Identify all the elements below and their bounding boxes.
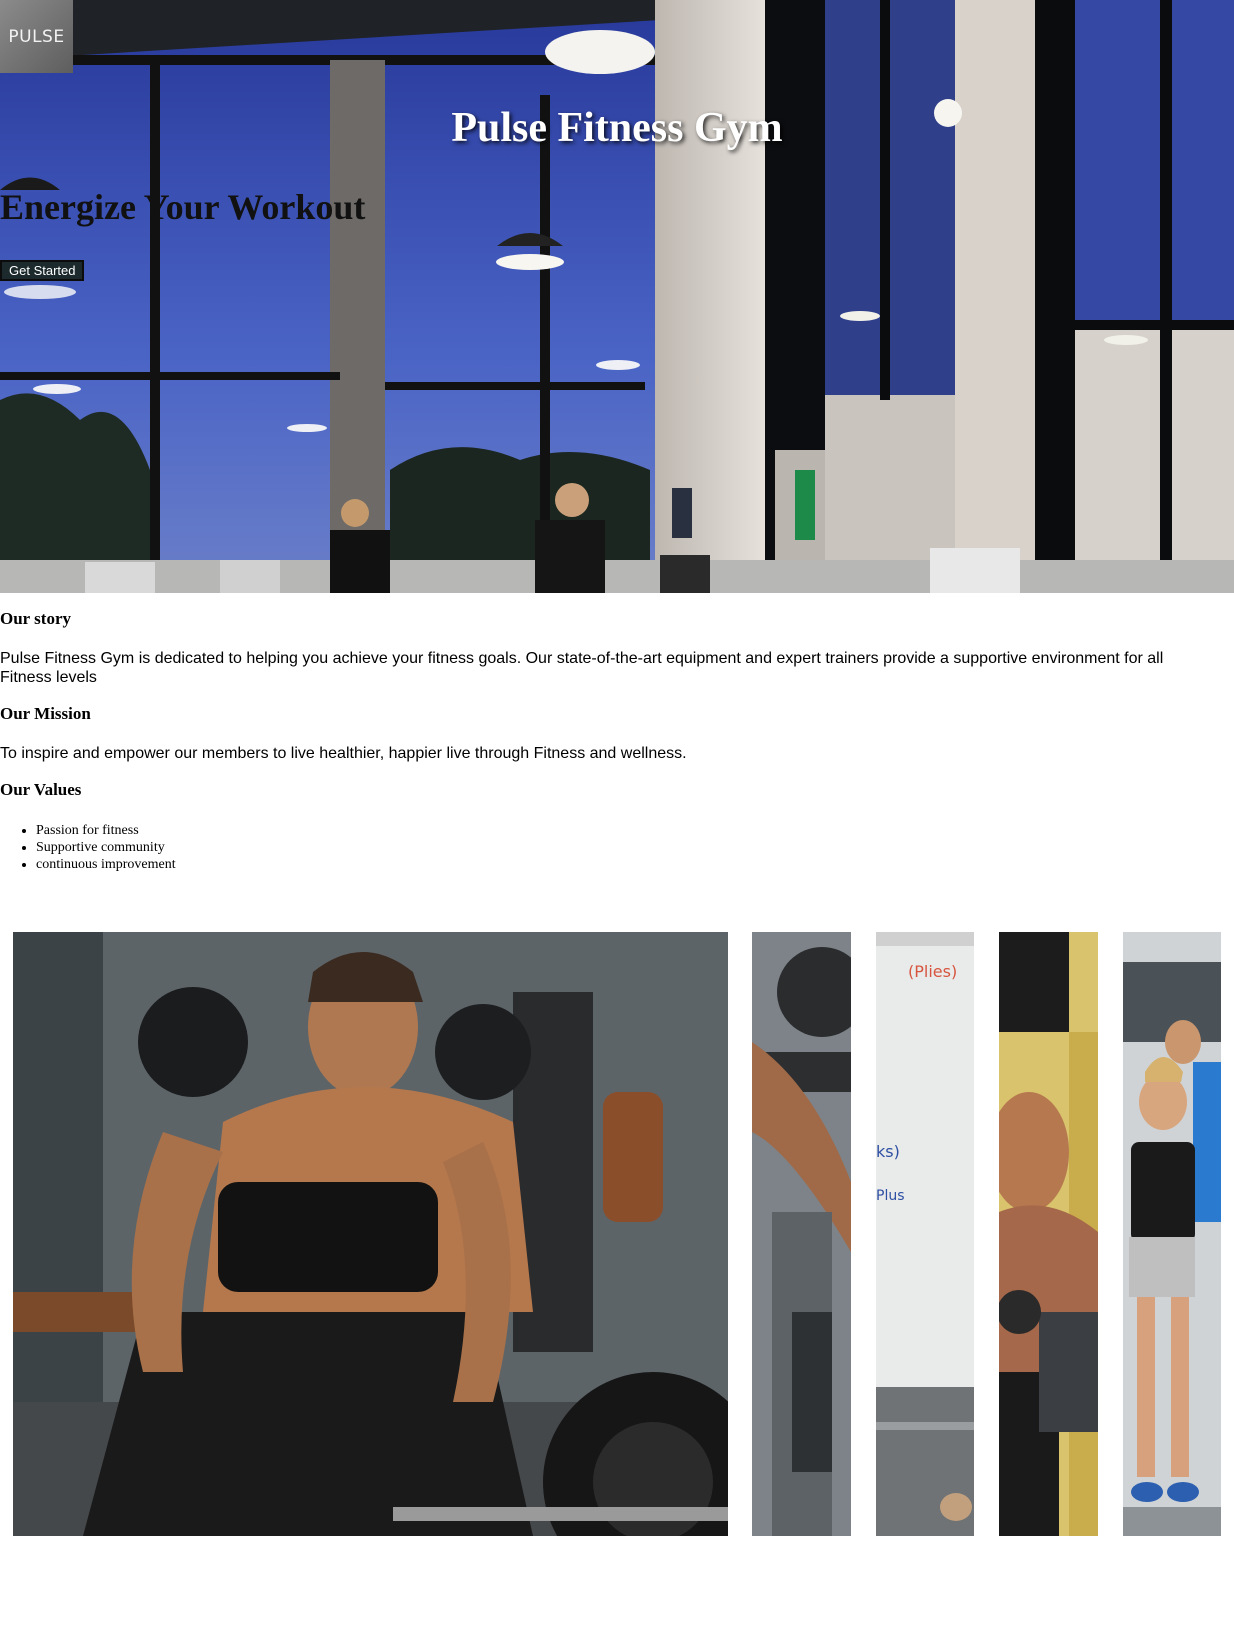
story-heading: Our story — [0, 609, 71, 628]
story-text: Pulse Fitness Gym is dedicated to helpin… — [0, 650, 1164, 686]
hero-section: PULSE Pulse Fitness Gym Energize Your Wo… — [0, 0, 1234, 593]
list-item: Passion for fitness — [36, 822, 176, 839]
hero-title: Pulse Fitness Gym — [451, 105, 783, 151]
bodybuilders-photo[interactable] — [999, 932, 1098, 1536]
gym-interior-photo — [0, 0, 1234, 593]
woman-deadlift-photo[interactable] — [13, 932, 728, 1536]
whiteboard-photo[interactable]: (Plies) ks) Plus — [876, 932, 974, 1536]
list-item: Supportive community — [36, 839, 176, 856]
dumbbell-photo[interactable] — [752, 932, 851, 1536]
photo-gallery: (Plies) ks) Plus — [0, 932, 1234, 1536]
happy-members-photo[interactable] — [1123, 932, 1221, 1536]
logo-text: PULSE — [8, 26, 65, 47]
brand-logo[interactable]: PULSE — [0, 0, 73, 73]
mission-heading: Our Mission — [0, 704, 91, 723]
values-heading: Our Values — [0, 780, 82, 799]
list-item: continuous improvement — [36, 856, 176, 873]
get-started-button[interactable]: Get Started — [0, 260, 85, 281]
mission-text: To inspire and empower our members to li… — [0, 745, 687, 762]
svg-text:ks): ks) — [876, 1142, 900, 1161]
hero-tagline: Energize Your Workout — [0, 187, 366, 227]
svg-text:(Plies): (Plies) — [908, 962, 957, 981]
svg-text:Plus: Plus — [876, 1188, 905, 1204]
values-list: Passion for fitness Supportive community… — [36, 822, 176, 873]
